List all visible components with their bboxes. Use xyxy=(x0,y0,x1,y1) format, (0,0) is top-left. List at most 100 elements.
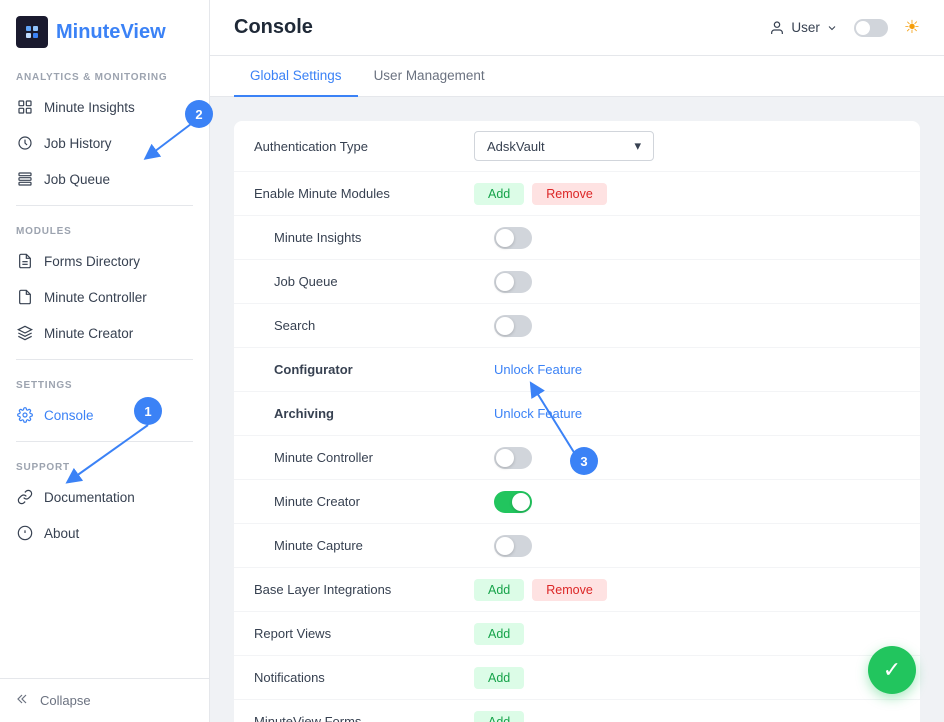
row-minute-creator-toggle: Minute Creator xyxy=(234,480,920,524)
add-minuteview-forms-button[interactable]: Add xyxy=(474,711,524,722)
sidebar-item-job-queue[interactable]: Job Queue xyxy=(0,161,209,197)
sidebar-item-label-minute-creator: Minute Creator xyxy=(44,326,133,341)
row-auth-type: Authentication Type AdskVault ▾ xyxy=(234,121,920,172)
value-configurator-1: Unlock Feature xyxy=(494,362,900,377)
value-minuteview-forms: Add xyxy=(474,711,900,722)
remove-base-layer-button[interactable]: Remove xyxy=(532,579,607,601)
tabs: Global Settings User Management xyxy=(210,56,944,97)
theme-toggle[interactable] xyxy=(854,19,888,37)
row-configurator-1: Configurator Unlock Feature xyxy=(234,348,920,392)
sidebar-item-documentation[interactable]: Documentation xyxy=(0,479,209,515)
content-area: Authentication Type AdskVault ▾ Enable M… xyxy=(210,97,944,722)
page-title: Console xyxy=(234,16,313,39)
divider-1 xyxy=(16,205,193,206)
toggle-job-queue[interactable] xyxy=(494,271,532,293)
label-report-views: Report Views xyxy=(254,626,474,641)
toggle-minute-insights[interactable] xyxy=(494,227,532,249)
label-archiving-1: Archiving xyxy=(274,406,494,421)
unlock-configurator-1[interactable]: Unlock Feature xyxy=(494,362,582,377)
logo-icon xyxy=(16,16,48,48)
label-base-layer-integrations: Base Layer Integrations xyxy=(254,582,474,597)
value-archiving-1: Unlock Feature xyxy=(494,406,900,421)
sidebar-item-label-forms-directory: Forms Directory xyxy=(44,254,140,269)
add-report-views-button[interactable]: Add xyxy=(474,623,524,645)
sidebar-item-label-console: Console xyxy=(44,408,94,423)
sidebar-item-job-history[interactable]: Job History xyxy=(0,125,209,161)
theme-toggle-knob xyxy=(856,21,870,35)
divider-2 xyxy=(16,359,193,360)
label-minute-controller-toggle: Minute Controller xyxy=(274,450,494,465)
sidebar-item-label-job-history: Job History xyxy=(44,136,112,151)
add-notifications-button[interactable]: Add xyxy=(474,667,524,689)
sidebar-item-label-documentation: Documentation xyxy=(44,490,135,505)
grid-icon xyxy=(16,98,34,116)
dropdown-chevron: ▾ xyxy=(634,138,641,154)
value-job-queue-toggle xyxy=(494,271,900,293)
remove-minute-modules-button[interactable]: Remove xyxy=(532,183,607,205)
value-auth-type: AdskVault ▾ xyxy=(474,131,900,161)
sidebar-item-about[interactable]: About xyxy=(0,515,209,551)
toggle-search[interactable] xyxy=(494,315,532,337)
label-auth-type: Authentication Type xyxy=(254,139,474,154)
row-search-toggle: Search xyxy=(234,304,920,348)
value-minute-capture-toggle xyxy=(494,535,900,557)
auth-type-dropdown[interactable]: AdskVault ▾ xyxy=(474,131,654,161)
sidebar-item-label-about: About xyxy=(44,526,79,541)
sidebar-item-label-job-queue: Job Queue xyxy=(44,172,110,187)
logo-text: MinuteView xyxy=(56,21,166,44)
sidebar-item-minute-insights[interactable]: Minute Insights xyxy=(0,89,209,125)
user-menu[interactable]: User xyxy=(769,20,838,36)
row-minute-capture-toggle: Minute Capture xyxy=(234,524,920,568)
toggle-minute-creator[interactable] xyxy=(494,491,532,513)
label-search-toggle: Search xyxy=(274,318,494,333)
file-icon xyxy=(16,288,34,306)
sidebar-item-forms-directory[interactable]: Forms Directory xyxy=(0,243,209,279)
collapse-button[interactable]: Collapse xyxy=(16,691,193,710)
row-report-views: Report Views Add xyxy=(234,612,920,656)
chevron-down-icon xyxy=(826,22,838,34)
section-label-settings: SETTINGS xyxy=(0,368,209,397)
row-minute-insights-toggle: Minute Insights xyxy=(234,216,920,260)
clock-icon xyxy=(16,134,34,152)
label-job-queue-toggle: Job Queue xyxy=(274,274,494,289)
row-job-queue-toggle: Job Queue xyxy=(234,260,920,304)
toggle-minute-capture[interactable] xyxy=(494,535,532,557)
toggle-knob xyxy=(496,537,514,555)
tab-user-management[interactable]: User Management xyxy=(358,56,501,97)
section-label-support: SUPPORT xyxy=(0,450,209,479)
logo-area: MinuteView xyxy=(0,0,209,60)
sidebar-item-minute-controller[interactable]: Minute Controller xyxy=(0,279,209,315)
link-icon xyxy=(16,488,34,506)
sidebar-item-label-minute-insights: Minute Insights xyxy=(44,100,135,115)
layers-icon xyxy=(16,324,34,342)
list-icon xyxy=(16,170,34,188)
label-minute-capture-toggle: Minute Capture xyxy=(274,538,494,553)
gear-icon xyxy=(16,406,34,424)
sidebar: MinuteView ANALYTICS & MONITORING Minute… xyxy=(0,0,210,722)
section-label-modules: MODULES xyxy=(0,214,209,243)
add-minute-modules-button[interactable]: Add xyxy=(474,183,524,205)
row-minuteview-forms: MinuteView Forms Add xyxy=(234,700,920,722)
chevron-left-icon xyxy=(16,691,32,710)
sidebar-item-minute-creator[interactable]: Minute Creator xyxy=(0,315,209,351)
row-archiving-1: Archiving Unlock Feature xyxy=(234,392,920,436)
unlock-archiving-1[interactable]: Unlock Feature xyxy=(494,406,582,421)
topbar-right: User ☀ xyxy=(769,17,920,38)
add-base-layer-button[interactable]: Add xyxy=(474,579,524,601)
value-minute-controller-toggle xyxy=(494,447,900,469)
auth-type-value: AdskVault xyxy=(487,139,545,154)
toggle-knob xyxy=(512,493,530,511)
main-content: Console User ☀ Global Settings User Mana… xyxy=(210,0,944,722)
label-notifications: Notifications xyxy=(254,670,474,685)
sidebar-item-console[interactable]: Console xyxy=(0,397,209,433)
tab-global-settings[interactable]: Global Settings xyxy=(234,56,358,97)
toggle-knob xyxy=(496,449,514,467)
value-report-views: Add xyxy=(474,623,900,645)
fab-button[interactable]: ✓ xyxy=(868,646,916,694)
toggle-knob xyxy=(496,229,514,247)
sidebar-footer: Collapse xyxy=(0,678,209,722)
file-text-icon xyxy=(16,252,34,270)
toggle-minute-controller[interactable] xyxy=(494,447,532,469)
sidebar-item-label-minute-controller: Minute Controller xyxy=(44,290,147,305)
settings-card: Authentication Type AdskVault ▾ Enable M… xyxy=(234,121,920,722)
